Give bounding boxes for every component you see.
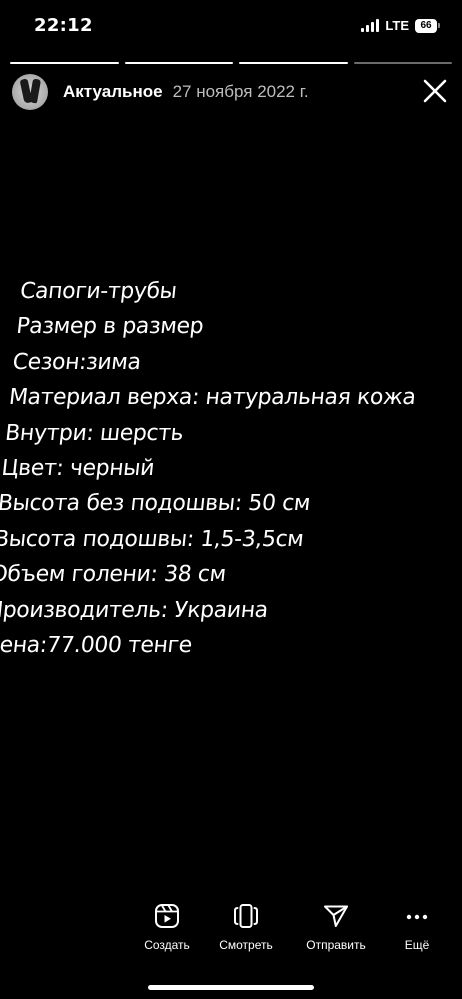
home-indicator[interactable] bbox=[148, 985, 314, 990]
send-label: Отправить bbox=[306, 938, 366, 952]
battery-tip bbox=[438, 23, 440, 28]
send-button[interactable]: Отправить bbox=[300, 902, 372, 952]
story-line: Высота подошвы: 1,5-3,5см bbox=[0, 526, 305, 552]
story-progress bbox=[10, 62, 452, 64]
story-header: Актуальное 27 ноября 2022 г. bbox=[12, 72, 450, 112]
watch-cards-icon bbox=[234, 904, 258, 928]
story-line: Сезон:зима bbox=[11, 349, 142, 375]
story-line: Высота без подошвы: 50 см bbox=[0, 491, 312, 517]
story-line: Цена:77.000 тенге bbox=[0, 633, 194, 659]
story-line: Объем голени: 38 см bbox=[0, 562, 228, 588]
story-progress-segment bbox=[124, 62, 234, 64]
status-bar: 22:12 LTE 66 bbox=[0, 0, 462, 56]
battery-level: 66 bbox=[415, 18, 437, 33]
close-button[interactable] bbox=[422, 78, 448, 104]
story-progress-segment bbox=[354, 62, 452, 64]
close-icon bbox=[423, 79, 447, 103]
more-dots-icon bbox=[406, 914, 428, 920]
watch-button[interactable]: Смотреть bbox=[212, 902, 280, 952]
avatar[interactable] bbox=[12, 74, 48, 110]
story-line: Материал верха: натуральная кожа bbox=[7, 385, 417, 411]
status-indicators: LTE 66 bbox=[361, 18, 440, 33]
network-type: LTE bbox=[385, 18, 409, 33]
story-line: Производитель: Украина bbox=[0, 597, 270, 623]
story-line: Сапоги-трубы bbox=[18, 279, 178, 304]
story-progress-segment bbox=[239, 62, 349, 64]
more-button[interactable]: Ещё bbox=[395, 902, 439, 952]
paper-plane-icon bbox=[324, 905, 348, 927]
battery-icon: 66 bbox=[415, 18, 440, 33]
signal-icon bbox=[361, 19, 380, 32]
story-action-bar: Создать Смотреть Отправить Ещё bbox=[0, 902, 462, 962]
reels-create-icon bbox=[155, 904, 179, 928]
highlight-title[interactable]: Актуальное bbox=[63, 82, 163, 102]
story-text: Сапоги-трубы Размер в размер Сезон:зима … bbox=[0, 274, 452, 663]
story-progress-segment bbox=[10, 62, 119, 64]
create-label: Создать bbox=[144, 938, 190, 952]
story-line: Цвет: черный bbox=[0, 456, 156, 482]
status-time: 22:12 bbox=[34, 15, 93, 36]
more-label: Ещё bbox=[404, 938, 430, 952]
story-date: 27 ноября 2022 г. bbox=[172, 82, 309, 101]
story-line: Размер в размер bbox=[15, 314, 205, 340]
story-line: Внутри: шерсть bbox=[3, 420, 185, 446]
boot-shape bbox=[28, 78, 42, 104]
watch-label: Смотреть bbox=[219, 938, 273, 952]
create-button[interactable]: Создать bbox=[135, 902, 199, 952]
